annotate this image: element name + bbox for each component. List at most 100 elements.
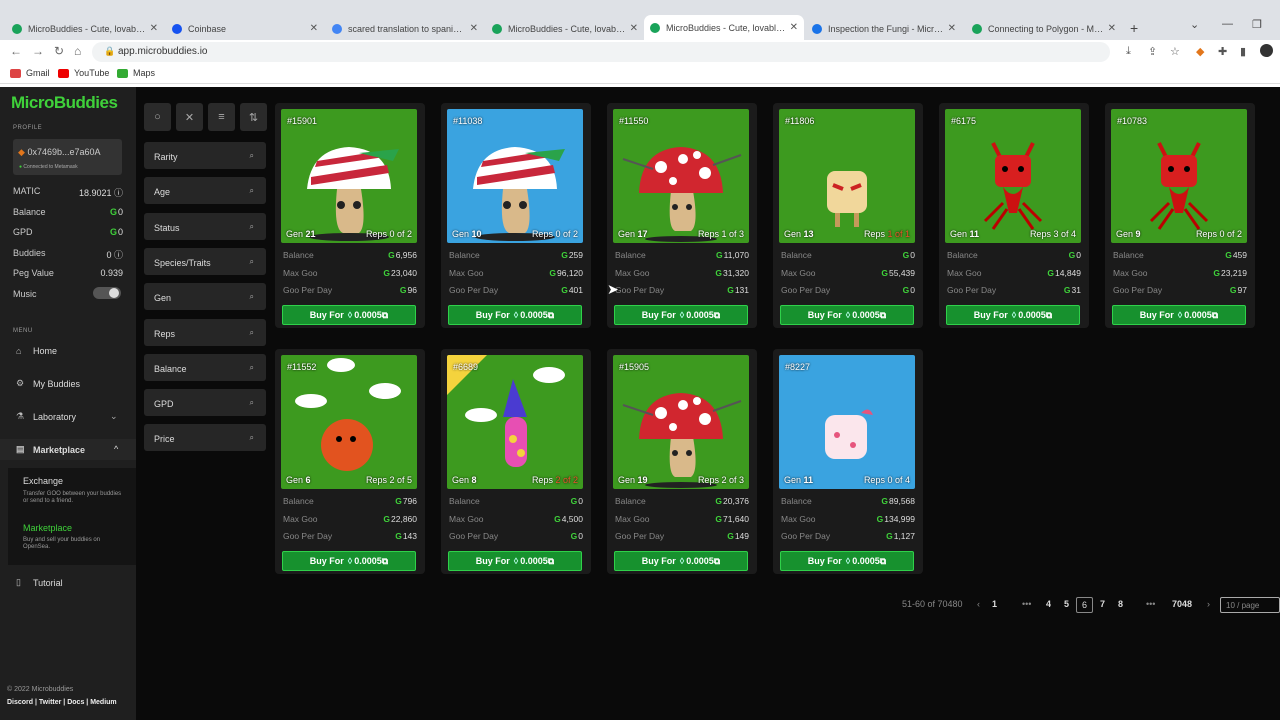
- search-icon[interactable]: ⌕: [250, 292, 254, 302]
- browser-tab[interactable]: scared translation to spanish - S ✕: [326, 17, 484, 40]
- buddy-image[interactable]: #15905 Gen 19 Reps 2 of 3: [613, 355, 749, 489]
- buddy-card[interactable]: #11550 Gen 17 Reps 1 of 3 Balance G11,070 Max…: [607, 103, 757, 328]
- buddy-card[interactable]: #15901 Gen 21 Reps 0 of 2 Balance G6,956 Max …: [275, 103, 425, 328]
- buy-button[interactable]: Buy For ◊ 0.0005 ⧉: [282, 305, 416, 325]
- tab-search-icon[interactable]: ⌄: [1190, 18, 1199, 31]
- buddy-image[interactable]: #11550 Gen 17 Reps 1 of 3: [613, 109, 749, 243]
- page-7[interactable]: 7: [1100, 599, 1105, 609]
- prev-page-icon[interactable]: ‹: [977, 599, 980, 609]
- marketplace-chevron-icon[interactable]: ^: [114, 444, 118, 454]
- buddy-card[interactable]: #6689 Gen 8 Reps 2 of 2 Balance G0 Max Goo G4,…: [441, 349, 591, 574]
- buddy-card[interactable]: #8227 Gen 11 Reps 0 of 4 Balance G89,568 Max …: [773, 349, 923, 574]
- buy-button[interactable]: Buy For ◊ 0.0005 ⧉: [780, 305, 914, 325]
- search-icon[interactable]: ⌕: [250, 328, 254, 338]
- search-icon[interactable]: ⌕: [250, 257, 254, 267]
- menu-tutorial[interactable]: ▯ Tutorial: [16, 577, 63, 588]
- sort-button[interactable]: ⇅: [240, 103, 267, 131]
- buy-button[interactable]: Buy For ◊ 0.0005 ⧉: [946, 305, 1080, 325]
- back-icon[interactable]: ←: [10, 44, 22, 58]
- menu-laboratory[interactable]: ⚗ Laboratory: [16, 411, 76, 422]
- link-discord[interactable]: Discord: [7, 699, 33, 706]
- browser-tab[interactable]: MicroBuddies - Cute, lovable, sn ✕: [6, 17, 164, 40]
- sidepanel-icon[interactable]: ▮: [1240, 45, 1246, 58]
- browser-tab[interactable]: Inspection the Fungi - MicroBud ✕: [806, 17, 962, 40]
- buddy-card[interactable]: #6175 Gen 11 Reps 3 of 4 Balance G0 Max Goo G1…: [939, 103, 1089, 328]
- bookmark-gmail[interactable]: Gmail: [10, 68, 50, 78]
- close-tab-icon[interactable]: ✕: [150, 23, 158, 34]
- filter-rarity[interactable]: Rarity ⌕: [144, 142, 266, 169]
- buddy-card[interactable]: #10783 Gen 9 Reps 0 of 2 Balance G459 Max Goo…: [1105, 103, 1255, 328]
- search-icon[interactable]: ⌕: [250, 186, 254, 196]
- buddy-image[interactable]: #11552 Gen 6 Reps 2 of 5: [281, 355, 417, 489]
- buddy-card[interactable]: #15905 Gen 19 Reps 2 of 3 Balance G20,376 Max…: [607, 349, 757, 574]
- search-icon[interactable]: ⌕: [250, 433, 254, 443]
- buddy-image[interactable]: #11038 Gen 10 Reps 0 of 2: [447, 109, 583, 243]
- buddy-card[interactable]: #11806 Gen 13 Reps 1 of 1 Balance G0 Max Goo G…: [773, 103, 923, 328]
- buddy-card[interactable]: #11552 Gen 6 Reps 2 of 5 Balance G796 Max Goo…: [275, 349, 425, 574]
- close-tab-icon[interactable]: ✕: [630, 23, 638, 34]
- buddy-image[interactable]: #6689 Gen 8 Reps 2 of 2: [447, 355, 583, 489]
- link-twitter[interactable]: Twitter: [39, 699, 61, 706]
- home-icon[interactable]: ⌂: [74, 44, 81, 58]
- lock-icon[interactable]: 🔒: [104, 46, 115, 57]
- page-7048[interactable]: 7048: [1172, 599, 1192, 609]
- buddy-card[interactable]: #11038 Gen 10 Reps 0 of 2 Balance G259 Max Go…: [441, 103, 591, 328]
- next-page-icon[interactable]: ›: [1207, 599, 1210, 609]
- minimize-button[interactable]: —: [1222, 18, 1233, 30]
- forward-icon[interactable]: →: [32, 44, 44, 58]
- page-6-active[interactable]: 6: [1076, 597, 1093, 613]
- reload-icon[interactable]: ↻: [54, 44, 64, 58]
- logo[interactable]: MicroBuddies: [11, 93, 118, 113]
- browser-tab[interactable]: Connecting to Polygon - MicroB ✕: [966, 17, 1122, 40]
- buddy-image[interactable]: #15901 Gen 21 Reps 0 of 2: [281, 109, 417, 243]
- filter-age[interactable]: Age ⌕: [144, 177, 266, 205]
- info-icon[interactable]: ⓘ: [111, 250, 123, 260]
- browser-tab[interactable]: Coinbase ✕: [166, 17, 324, 40]
- page-size-select[interactable]: 10 / page: [1220, 597, 1280, 613]
- info-icon[interactable]: ⓘ: [111, 188, 123, 198]
- submenu-marketplace[interactable]: Marketplace: [23, 523, 72, 533]
- page-5[interactable]: 5: [1064, 599, 1069, 609]
- browser-tab[interactable]: MicroBuddies - Cute, lovable, sn ✕: [486, 17, 644, 40]
- submenu-exchange[interactable]: Exchange: [23, 476, 63, 486]
- buy-button[interactable]: Buy For ◊ 0.0005 ⧉: [614, 551, 748, 571]
- metamask-icon[interactable]: ◆: [1196, 45, 1204, 58]
- filter-reps[interactable]: Reps ⌕: [144, 318, 266, 346]
- new-tab-button[interactable]: +: [1130, 20, 1138, 36]
- buy-button[interactable]: Buy For ◊ 0.0005 ⧉: [282, 551, 416, 571]
- buddy-image[interactable]: #10783 Gen 9 Reps 0 of 2: [1111, 109, 1247, 243]
- filter-balance[interactable]: Balance ⌕: [144, 353, 266, 381]
- clear-button[interactable]: ✕: [176, 103, 203, 131]
- search-icon[interactable]: ⌕: [250, 222, 254, 232]
- buddy-image[interactable]: #8227 Gen 11 Reps 0 of 4: [779, 355, 915, 489]
- list-view-button[interactable]: ≡: [208, 103, 235, 131]
- close-tab-icon[interactable]: ✕: [1108, 23, 1116, 34]
- filter-gen[interactable]: Gen ⌕: [144, 283, 266, 311]
- menu-home[interactable]: ⌂ Home: [16, 346, 57, 356]
- refresh-button[interactable]: ○: [144, 103, 171, 131]
- star-icon[interactable]: ☆: [1170, 45, 1180, 58]
- search-icon[interactable]: ⌕: [250, 398, 254, 408]
- filter-species-traits[interactable]: Species/Traits ⌕: [144, 247, 266, 275]
- search-icon[interactable]: ⌕: [250, 363, 254, 373]
- search-icon[interactable]: ⌕: [250, 151, 254, 161]
- close-tab-icon[interactable]: ✕: [790, 22, 798, 33]
- filter-price[interactable]: Price ⌕: [144, 424, 266, 452]
- close-tab-icon[interactable]: ✕: [948, 23, 956, 34]
- share-icon[interactable]: ⇪: [1148, 45, 1157, 58]
- menu-my-buddies[interactable]: ⚙ My Buddies: [16, 378, 80, 389]
- page-ellipsis[interactable]: •••: [1022, 599, 1031, 609]
- page-1[interactable]: 1: [992, 599, 997, 609]
- buddy-image[interactable]: #6175 Gen 11 Reps 3 of 4: [945, 109, 1081, 243]
- close-tab-icon[interactable]: ✕: [310, 23, 318, 34]
- page-8[interactable]: 8: [1118, 599, 1123, 609]
- buy-button[interactable]: Buy For ◊ 0.0005 ⧉: [614, 305, 748, 325]
- bookmark-youtube[interactable]: YouTube: [58, 68, 109, 78]
- install-icon[interactable]: ⤓: [1126, 45, 1131, 58]
- wallet-card[interactable]: ◆ 0x7469b...e7a60A ● Connected to Metama…: [13, 139, 122, 175]
- close-tab-icon[interactable]: ✕: [470, 23, 478, 34]
- music-toggle[interactable]: [93, 287, 121, 299]
- page-4[interactable]: 4: [1046, 599, 1051, 609]
- page-ellipsis[interactable]: •••: [1146, 599, 1155, 609]
- buy-button[interactable]: Buy For ◊ 0.0005 ⧉: [1112, 305, 1246, 325]
